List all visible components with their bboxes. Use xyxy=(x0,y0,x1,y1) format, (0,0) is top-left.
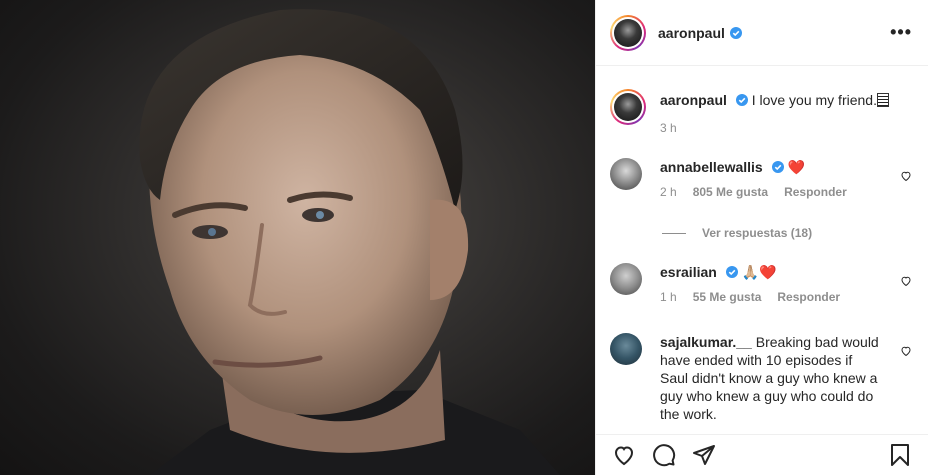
caption-text: I love you my friend. xyxy=(751,92,877,108)
save-icon[interactable] xyxy=(888,443,912,467)
author-username[interactable]: aaronpaul xyxy=(658,25,725,41)
post-header: aaronpaul ••• xyxy=(596,0,928,66)
comment-time[interactable]: 2 h xyxy=(660,185,677,199)
comment-item: esrailian 🙏🏼❤️ 1 h 55 Me gusta Responder xyxy=(610,263,912,304)
verified-badge-icon xyxy=(729,26,742,39)
portrait-illustration xyxy=(139,9,560,475)
barcode-emoji-icon xyxy=(876,93,889,107)
commenter-avatar[interactable] xyxy=(610,158,642,190)
reply-button[interactable]: Responder xyxy=(784,185,847,199)
post-photo[interactable] xyxy=(0,0,595,475)
heart-icon[interactable] xyxy=(900,170,912,182)
comment-time[interactable]: 1 h xyxy=(660,290,677,304)
comment-item: sajalkumar.__ Breaking bad would have en… xyxy=(610,333,912,423)
heart-icon[interactable] xyxy=(612,443,636,467)
commenter-avatar[interactable] xyxy=(610,263,642,295)
instagram-post-view: aaronpaul ••• aaronpaul I love you my fr… xyxy=(0,0,928,475)
author-avatar[interactable] xyxy=(610,14,646,51)
comment-emoji: 🙏🏼❤️ xyxy=(741,264,777,280)
comment-icon[interactable] xyxy=(652,443,676,467)
caption-time[interactable]: 3 h xyxy=(660,121,677,135)
comment-item: annabellewallis ❤️ 2 h 805 Me gusta Resp… xyxy=(610,158,912,199)
replies-line xyxy=(662,232,686,234)
caption-avatar[interactable] xyxy=(610,89,646,125)
caption-username[interactable]: aaronpaul xyxy=(660,92,727,108)
post-actions-bar xyxy=(596,434,928,475)
more-options-icon[interactable]: ••• xyxy=(890,22,912,43)
verified-badge-icon xyxy=(771,161,784,173)
verified-badge-icon xyxy=(735,94,748,106)
reply-button[interactable]: Responder xyxy=(777,290,840,304)
view-replies-button[interactable]: Ver respuestas (18) xyxy=(662,226,812,240)
comment-likes[interactable]: 805 Me gusta xyxy=(693,185,768,199)
caption: aaronpaul I love you my friend. 3 h xyxy=(610,89,912,135)
comment-likes[interactable]: 55 Me gusta xyxy=(693,290,762,304)
comments-list: aaronpaul I love you my friend. 3 h anna… xyxy=(596,67,928,434)
comment-username[interactable]: annabellewallis xyxy=(660,159,763,175)
heart-icon[interactable] xyxy=(900,345,912,357)
verified-badge-icon xyxy=(725,266,738,278)
commenter-avatar[interactable] xyxy=(610,333,642,365)
comment-username[interactable]: esrailian xyxy=(660,264,717,280)
comment-emoji: ❤️ xyxy=(787,159,805,175)
comment-username[interactable]: sajalkumar.__ xyxy=(660,334,752,350)
post-side-panel: aaronpaul ••• aaronpaul I love you my fr… xyxy=(595,0,928,475)
share-icon[interactable] xyxy=(692,443,716,467)
heart-icon[interactable] xyxy=(900,275,912,287)
view-replies-label: Ver respuestas (18) xyxy=(702,226,813,240)
